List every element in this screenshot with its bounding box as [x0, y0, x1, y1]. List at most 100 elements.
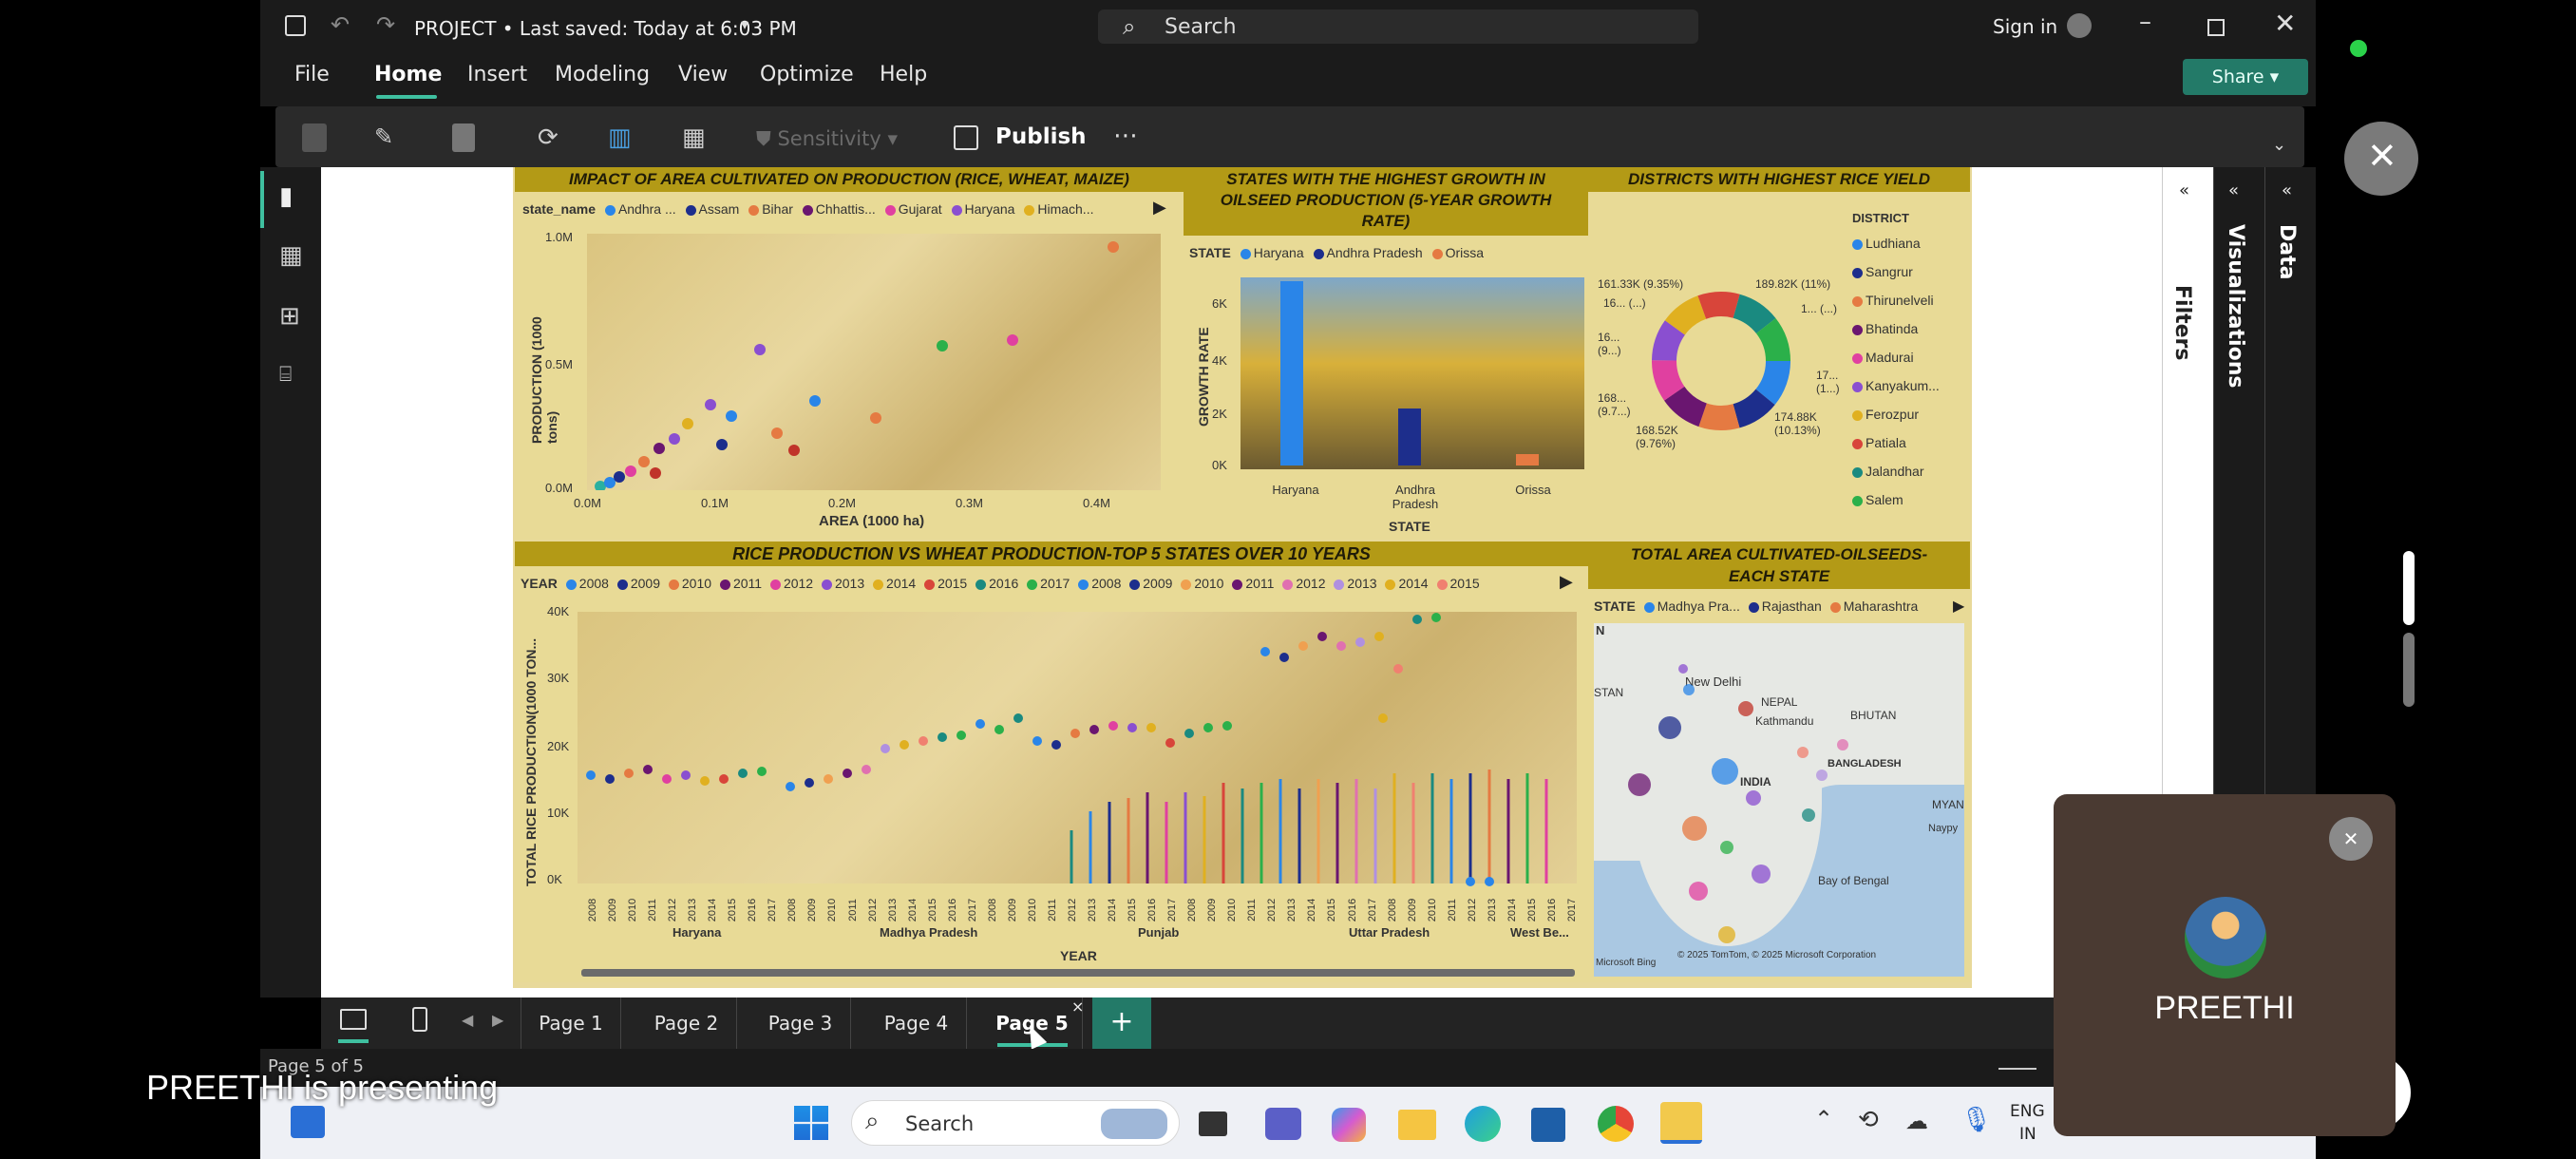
ribbon-expand-icon[interactable]: ⌄ — [2272, 135, 2286, 155]
microphone-icon[interactable]: 🎙 — [1960, 1106, 1992, 1134]
tile-mic-off-icon[interactable]: ✕ — [2329, 817, 2373, 861]
sign-in-link[interactable]: Sign in — [1993, 15, 2057, 38]
chart-oilseed-area-map[interactable]: TOTAL AREA CULTIVATED-OILSEEDS-EACH STAT… — [1588, 542, 1970, 982]
search-box[interactable]: ⌕ Search — [1098, 10, 1698, 44]
chart-area-vs-production[interactable]: IMPACT OF AREA CULTIVATED ON PRODUCTION … — [515, 167, 1184, 540]
menu-file[interactable]: File — [294, 63, 330, 86]
page-tab-4[interactable]: Page 4 — [866, 998, 967, 1049]
year-tick: 2013 — [886, 898, 899, 922]
redo-icon[interactable]: ↷ — [376, 11, 395, 38]
year-tick: 2009 — [1007, 898, 1019, 922]
language-indicator[interactable]: ENG — [2010, 1102, 2045, 1121]
title-chevron-icon[interactable]: ▾ — [741, 15, 748, 33]
task-view-icon[interactable] — [1199, 1112, 1227, 1136]
chrome-icon[interactable] — [1598, 1106, 1634, 1142]
y-axis-label: PRODUCTION (1000 tons) — [529, 316, 559, 444]
add-page-button[interactable]: + — [1092, 998, 1151, 1049]
file-explorer-icon[interactable] — [1398, 1110, 1436, 1140]
paste-icon[interactable] — [302, 124, 327, 152]
publish-button[interactable]: Publish — [995, 116, 1087, 158]
page-tab-2[interactable]: Page 2 — [636, 998, 737, 1049]
share-button[interactable]: Share ▾ — [2183, 59, 2308, 95]
more-options-icon[interactable]: ⋯ — [1113, 122, 1138, 150]
widgets-icon[interactable] — [291, 1106, 325, 1138]
filters-label[interactable]: Filters — [2170, 285, 2194, 361]
vertical-scroll-handle[interactable] — [2403, 551, 2415, 625]
menu-modeling[interactable]: Modeling — [555, 63, 650, 86]
next-page-icon[interactable]: ▶ — [492, 1011, 503, 1029]
avatar-icon[interactable] — [2067, 13, 2092, 38]
model-view-icon[interactable]: ⊞ — [279, 302, 300, 331]
page-tab-1[interactable]: Page 1 — [521, 998, 621, 1049]
menu-home[interactable]: Home — [374, 63, 442, 86]
network-icon[interactable]: ☁ — [1905, 1108, 1928, 1134]
chart-oilseed-growth[interactable]: STATES WITH THE HIGHEST GROWTH IN OILSEE… — [1184, 167, 1588, 540]
prev-page-icon[interactable]: ◀ — [462, 1011, 473, 1029]
desktop-layout-icon[interactable] — [340, 1009, 367, 1030]
filters-pane[interactable] — [2162, 167, 2213, 794]
legend-next-icon[interactable]: ▶ — [1153, 198, 1166, 218]
visualizations-label[interactable]: Visualizations — [2224, 224, 2247, 388]
chart-rice-vs-wheat[interactable]: RICE PRODUCTION VS WHEAT PRODUCTION-TOP … — [515, 542, 1588, 982]
edge-icon[interactable] — [1465, 1106, 1501, 1142]
point — [1203, 723, 1213, 732]
year-tick: 2016 — [747, 898, 759, 922]
bubble — [1658, 716, 1681, 739]
document-title[interactable]: PROJECT • Last saved: Today at 6:03 PM — [414, 17, 797, 40]
filters-collapse-icon[interactable]: « — [2179, 180, 2189, 200]
report-view-icon[interactable]: ▮ — [279, 182, 293, 211]
ytick: 1.0M — [545, 230, 573, 244]
sync-icon[interactable]: ⟲ — [1858, 1106, 1879, 1134]
maximize-icon[interactable] — [2207, 19, 2225, 36]
menu-optimize[interactable]: Optimize — [760, 63, 854, 86]
point — [705, 399, 716, 410]
data-label[interactable]: Data — [2275, 224, 2299, 279]
chart-rice-yield-districts[interactable]: DISTRICTS WITH HIGHEST RICE YIELD 161.33… — [1588, 167, 1970, 540]
data-collapse-icon[interactable]: « — [2282, 180, 2292, 200]
page-tab-3[interactable]: Page 3 — [750, 998, 851, 1049]
participant-name: PREETHI — [2154, 990, 2295, 1026]
menu-help[interactable]: Help — [880, 63, 927, 86]
teams-icon[interactable] — [1265, 1108, 1301, 1140]
new-visual-icon[interactable]: ▥ — [608, 124, 640, 152]
group-label: West Be... — [1510, 925, 1569, 940]
power-bi-taskbar-icon[interactable] — [1660, 1102, 1702, 1144]
format-painter-icon[interactable]: ✎ — [374, 124, 407, 152]
legend-next-icon[interactable]: ▶ — [1953, 597, 1964, 615]
save-icon[interactable] — [285, 15, 306, 36]
visualizations-collapse-icon[interactable]: « — [2228, 180, 2239, 200]
legend-item: Bhatinda — [1852, 321, 1918, 336]
ytick: 6K — [1212, 296, 1227, 311]
publish-icon[interactable] — [954, 125, 978, 150]
tray-overflow-icon[interactable]: ⌃ — [1814, 1106, 1833, 1132]
dax-query-icon[interactable]: ⌸ — [279, 363, 292, 387]
store-icon[interactable] — [1531, 1108, 1565, 1142]
close-icon[interactable]: ✕ — [2274, 8, 2296, 39]
point — [662, 774, 672, 784]
status-bar — [260, 1049, 2137, 1087]
close-page-icon[interactable]: × — [1071, 998, 1084, 1016]
chart-legend: YEAR 2008 2009 2010 2011 2012 2013 2014 … — [521, 576, 1480, 591]
mobile-layout-icon[interactable] — [412, 1007, 427, 1032]
table-view-icon[interactable]: ▦ — [279, 241, 303, 270]
calculator-icon[interactable]: ▦ — [682, 124, 714, 152]
undo-icon[interactable]: ↶ — [331, 11, 350, 38]
sensitivity-button[interactable]: ⛊ Sensitivity ▾ — [756, 127, 898, 151]
participant-video-tile[interactable]: ✕ PREETHI — [2054, 794, 2396, 1136]
menu-view[interactable]: View — [678, 63, 728, 86]
point — [643, 765, 653, 774]
menu-insert[interactable]: Insert — [467, 63, 527, 86]
donut-label: 1... (...) — [1801, 302, 1838, 315]
get-data-icon[interactable] — [452, 124, 475, 152]
horizontal-scrollbar[interactable] — [581, 969, 1575, 977]
minimize-icon[interactable]: – — [2139, 8, 2151, 36]
map-area[interactable]: New Delhi NEPAL Kathmandu BHUTAN INDIA B… — [1594, 623, 1964, 977]
mute-button[interactable]: ✕ — [2344, 122, 2418, 196]
legend-next-icon[interactable]: ▶ — [1560, 572, 1573, 592]
zoom-slider[interactable] — [1998, 1068, 2036, 1070]
x-axis-label: AREA (1000 ha) — [819, 513, 925, 529]
refresh-icon[interactable]: ⟳ — [538, 124, 570, 152]
copilot-icon[interactable] — [1332, 1108, 1366, 1142]
taskbar-search[interactable]: ⌕ Search — [851, 1100, 1180, 1146]
point — [700, 776, 710, 786]
